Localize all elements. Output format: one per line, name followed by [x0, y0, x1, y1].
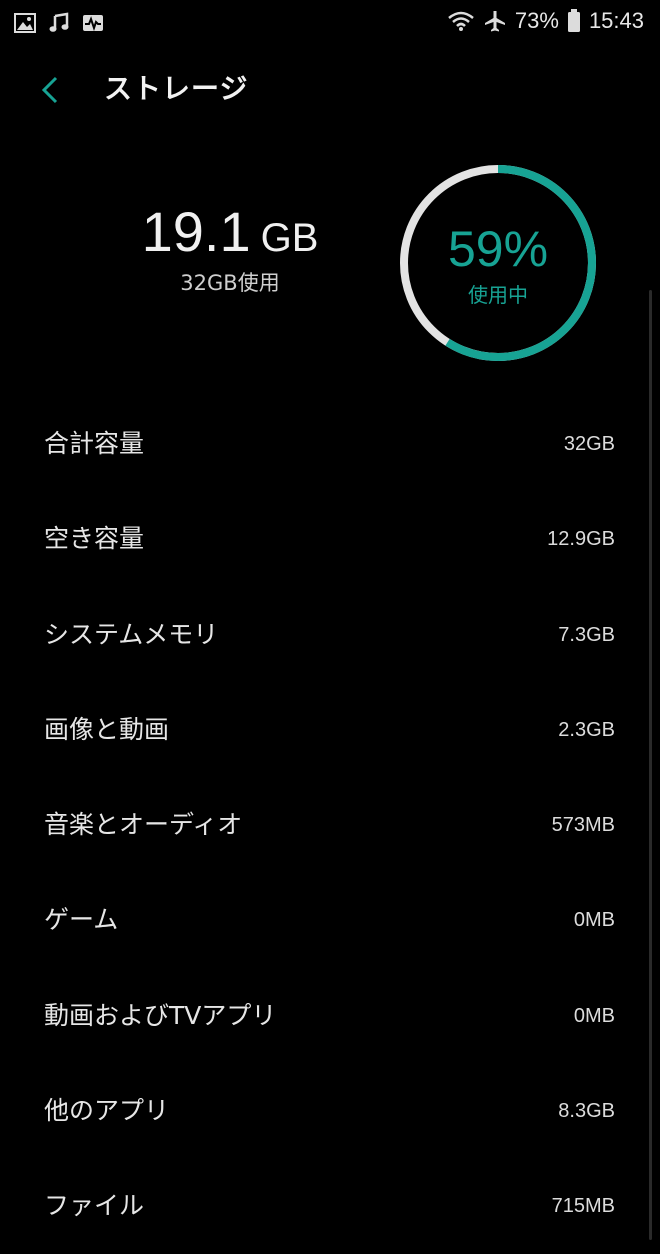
- list-item-label: 画像と動画: [44, 714, 170, 744]
- list-item-value: 0MB: [573, 909, 615, 932]
- list-item-value: 32GB: [563, 433, 615, 455]
- list-item-video-tv-apps[interactable]: 動画およびTVアプリ 0MB: [0, 968, 660, 1063]
- activity-icon: [83, 15, 103, 32]
- list-item-games[interactable]: ゲーム 0MB: [0, 872, 660, 967]
- list-item-images-videos[interactable]: 画像と動画 2.3GB: [0, 682, 660, 777]
- list-item-label: 他のアプリ: [44, 1096, 170, 1126]
- usage-percent: 59%: [447, 221, 549, 277]
- notification-icons: [14, 12, 104, 34]
- list-item-music-audio[interactable]: 音楽とオーディオ 573MB: [0, 777, 660, 872]
- system-status: 73% 15:43: [447, 8, 644, 34]
- airplane-mode-icon: [484, 11, 505, 32]
- app-header: ストレージ: [0, 48, 660, 132]
- page-title: ストレージ: [104, 72, 249, 105]
- list-item-system-memory[interactable]: システムメモリ 7.3GB: [0, 587, 660, 682]
- list-item-value: 12.9GB: [547, 528, 615, 551]
- list-item-label: 動画およびTVアプリ: [44, 1000, 277, 1030]
- list-item-label: 空き容量: [44, 524, 145, 554]
- back-arrow-icon[interactable]: [30, 70, 70, 110]
- battery-icon: [567, 9, 580, 32]
- list-item-label: システムメモリ: [44, 619, 219, 649]
- list-item-value: 573MB: [551, 814, 615, 837]
- list-item-other-apps[interactable]: 他のアプリ 8.3GB: [0, 1063, 660, 1158]
- usage-caption: 使用中: [468, 283, 528, 307]
- list-item-label: 音楽とオーディオ: [44, 810, 243, 840]
- scrollbar[interactable]: [649, 290, 652, 1240]
- used-storage-unit: GB: [260, 216, 319, 260]
- wifi-icon: [448, 11, 474, 31]
- list-item-value: 8.3GB: [558, 1100, 615, 1123]
- list-item-label: ファイル: [44, 1191, 145, 1221]
- list-item-label: ゲーム: [44, 905, 119, 935]
- total-storage-caption: 32GB使用: [180, 271, 280, 295]
- list-item-value: 2.3GB: [558, 718, 615, 741]
- status-bar: 73% 15:43: [0, 0, 660, 48]
- list-item-value: 715MB: [551, 1195, 615, 1218]
- list-item-value: 0MB: [573, 1004, 615, 1027]
- music-note-icon: [49, 12, 69, 32]
- image-icon: [14, 13, 36, 33]
- clock-time: 15:43: [588, 8, 644, 33]
- list-item-total-capacity[interactable]: 合計容量 32GB: [0, 396, 660, 491]
- list-item-value: 7.3GB: [558, 623, 615, 646]
- list-item-free-space[interactable]: 空き容量 12.9GB: [0, 491, 660, 586]
- list-item-files[interactable]: ファイル 715MB: [0, 1158, 660, 1253]
- storage-breakdown-list: 合計容量 32GB 空き容量 12.9GB システムメモリ 7.3GB 画像と動…: [0, 396, 660, 1254]
- list-item-label: 合計容量: [44, 429, 145, 458]
- used-storage-value: 19.1: [141, 200, 251, 263]
- battery-percent: 73%: [514, 8, 559, 33]
